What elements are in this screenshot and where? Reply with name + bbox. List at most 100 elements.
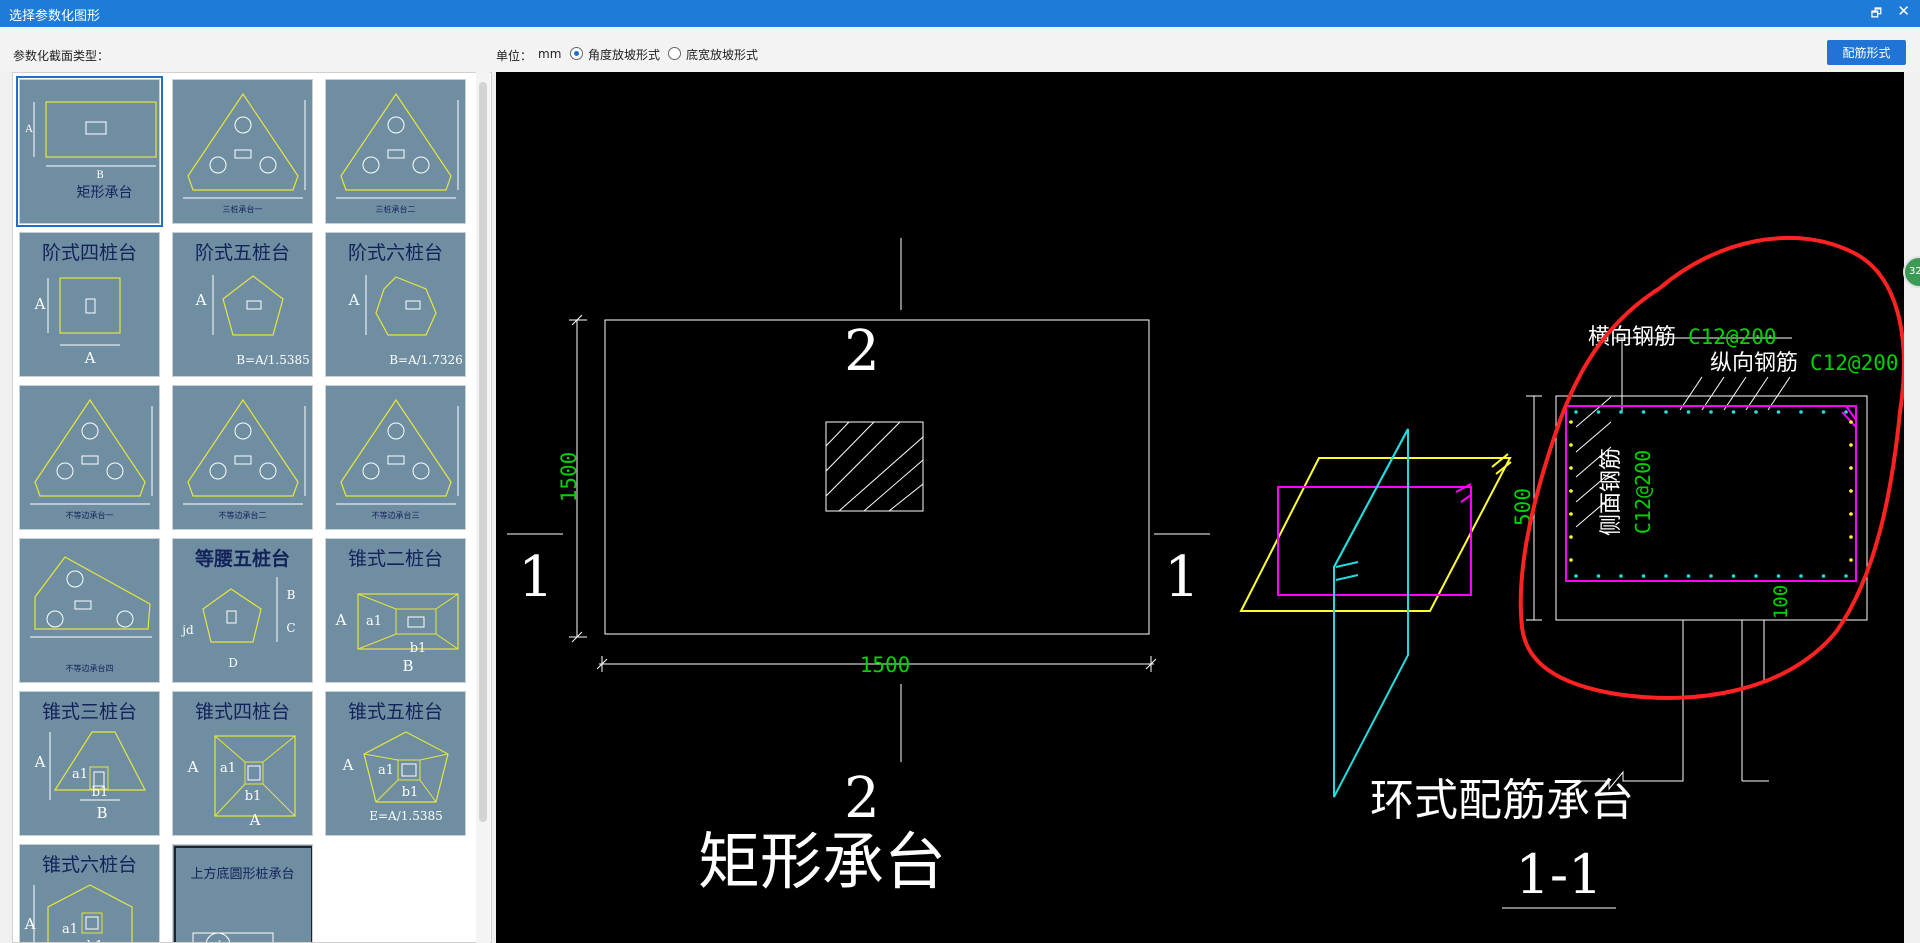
tile-label-text: a1	[220, 761, 236, 776]
shape-tile[interactable]: dbh2上方底圆形桩承台	[172, 844, 313, 943]
rebar-dot	[1776, 574, 1781, 578]
rebar-dot	[1754, 410, 1758, 414]
shape-tile[interactable]: Aa1 b1 B 锥式二桩台	[325, 538, 466, 683]
rebar-dot	[1569, 512, 1573, 516]
shape-tile-label: 不等边承台一	[65, 511, 114, 520]
shape-tile-label: 等腰五桩台	[194, 548, 290, 570]
plan-right-label: 1	[1164, 545, 1200, 610]
radio-width-slope[interactable]	[668, 47, 681, 60]
tile-label-text: B=A/1.5385	[236, 353, 310, 367]
iso-section-plane	[1333, 428, 1409, 798]
shape-tile-label: 锥式六桩台	[41, 854, 137, 876]
tile-label-text: A	[187, 758, 199, 776]
radio-angle-slope[interactable]	[570, 47, 583, 60]
tile-label-text: a1	[72, 767, 88, 782]
shape-tile[interactable]: Aa1 b1 锥式六桩台	[19, 844, 160, 942]
rebar-dot	[1799, 574, 1803, 578]
shape-thumbnail: dbh2	[174, 846, 312, 943]
shape-gallery: A B 矩形承台 三桩承台一 三桩承台二 A A 阶式四桩台 A B=A/1.5385 阶式五桩台 A…	[12, 72, 492, 943]
shape-thumbnail	[30, 556, 152, 638]
tile-label-text: B	[96, 170, 103, 181]
shape-tile-label: 阶式四桩台	[41, 242, 137, 264]
shape-tile[interactable]: A B 矩形承台	[16, 76, 163, 227]
tile-label-text: A	[335, 611, 347, 629]
radio-width-label[interactable]: 底宽放坡形式	[686, 46, 758, 63]
rebar-dot	[1709, 410, 1713, 414]
rebar-dot	[1574, 574, 1578, 578]
tile-label-text: E=A/1.5385	[369, 809, 443, 823]
shape-tile[interactable]: A B=A/1.5385 阶式五桩台	[172, 232, 313, 377]
rebar-dot	[1569, 466, 1573, 470]
tile-label-text: B	[287, 588, 296, 602]
shape-tile-label: 锥式四桩台	[194, 701, 290, 723]
tile-label-text: A	[348, 291, 360, 309]
rebar-dot	[1569, 489, 1573, 493]
tile-label-text: d	[214, 939, 221, 943]
shape-tile[interactable]: 不等边承台四	[19, 538, 160, 683]
longitudinal-value: C12@200	[1810, 351, 1899, 375]
preview-scrollbar[interactable]	[1906, 72, 1920, 943]
section-id: 1-1	[1516, 843, 1603, 906]
tile-label-text: A	[195, 291, 207, 309]
shape-tile[interactable]: 三桩承台二	[325, 79, 466, 224]
shape-tile-label: 阶式六桩台	[347, 242, 443, 264]
rebar-dot	[1574, 410, 1578, 414]
plan-left-label: 1	[518, 545, 554, 610]
shape-tile-label: 阶式五桩台	[194, 242, 290, 264]
rebar-dot	[1664, 410, 1668, 414]
rebar-form-button[interactable]: 配筋形式	[1827, 40, 1906, 65]
rebar-dot	[1849, 512, 1853, 516]
rebar-dot	[1569, 558, 1573, 562]
shape-tile[interactable]: B Cjd D 等腰五桩台	[172, 538, 313, 683]
section-bottom-dim: 100	[1770, 585, 1792, 619]
gallery-scroll-thumb[interactable]	[479, 82, 487, 822]
gallery-scrollbar[interactable]	[476, 72, 490, 943]
radio-angle-label[interactable]: 角度放坡形式	[588, 46, 660, 63]
iso-rebar-cage	[1277, 486, 1472, 596]
dim-width: 1500	[860, 653, 911, 677]
shape-thumbnail: AB	[24, 101, 157, 181]
tile-label-text: jd	[180, 623, 194, 637]
rebar-dot	[1821, 574, 1826, 578]
tile-label-text: B	[96, 804, 107, 822]
plan-column	[825, 421, 924, 512]
shape-tile[interactable]: 三桩承台一	[172, 79, 313, 224]
section-type-label: 参数化截面类型：	[13, 49, 110, 63]
shape-tile-label: 不等边承台二	[218, 511, 267, 520]
rebar-dot	[1569, 535, 1573, 539]
shape-tile-label: 三桩承台二	[375, 205, 416, 214]
rebar-dot	[1569, 443, 1573, 447]
shape-tile[interactable]: 不等边承台二	[172, 385, 313, 530]
shape-tile[interactable]: 不等边承台一	[19, 385, 160, 530]
rebar-dot	[1641, 410, 1646, 414]
tile-label-text: C	[286, 621, 295, 635]
dim-height: 1500	[557, 452, 581, 503]
tile-label-text: A	[34, 753, 46, 771]
rebar-dot	[1849, 466, 1853, 470]
rebar-dot	[1596, 410, 1601, 414]
shape-thumbnail	[30, 398, 153, 505]
shape-tile-label: 上方底圆形桩承台	[190, 867, 295, 882]
rebar-dot	[1849, 558, 1853, 562]
tile-label-text: b1	[402, 785, 419, 800]
rebar-dot	[1641, 574, 1646, 578]
shape-tile[interactable]: Aa1 b1 E=A/1.5385 锥式五桩台	[325, 691, 466, 836]
window-title: 选择参数化图形	[9, 9, 101, 24]
shape-tile[interactable]: 不等边承台三	[325, 385, 466, 530]
shape-tile[interactable]: A A 阶式四桩台	[19, 232, 160, 377]
shape-tile[interactable]: Aa1 b1 A 锥式四桩台	[172, 691, 313, 836]
rebar-dot	[1619, 574, 1623, 578]
shape-thumbnail	[336, 92, 459, 199]
close-icon[interactable]: ✕	[1897, 2, 1910, 20]
rebar-dot	[1849, 489, 1853, 493]
tile-label-text: A	[342, 756, 354, 774]
shape-tile[interactable]: A B=A/1.7326 阶式六桩台	[325, 232, 466, 377]
rebar-dot	[1686, 410, 1691, 414]
title-bar: 选择参数化图形 🗗 ✕	[0, 0, 1920, 27]
rebar-dot	[1844, 410, 1848, 414]
restore-icon[interactable]: 🗗	[1871, 4, 1882, 25]
shape-tile-label: 锥式五桩台	[347, 701, 443, 723]
tile-label-text: a1	[366, 614, 382, 629]
plan-top-label: 2	[844, 319, 880, 384]
shape-tile[interactable]: Aa1 b1 B 锥式三桩台	[19, 691, 160, 836]
